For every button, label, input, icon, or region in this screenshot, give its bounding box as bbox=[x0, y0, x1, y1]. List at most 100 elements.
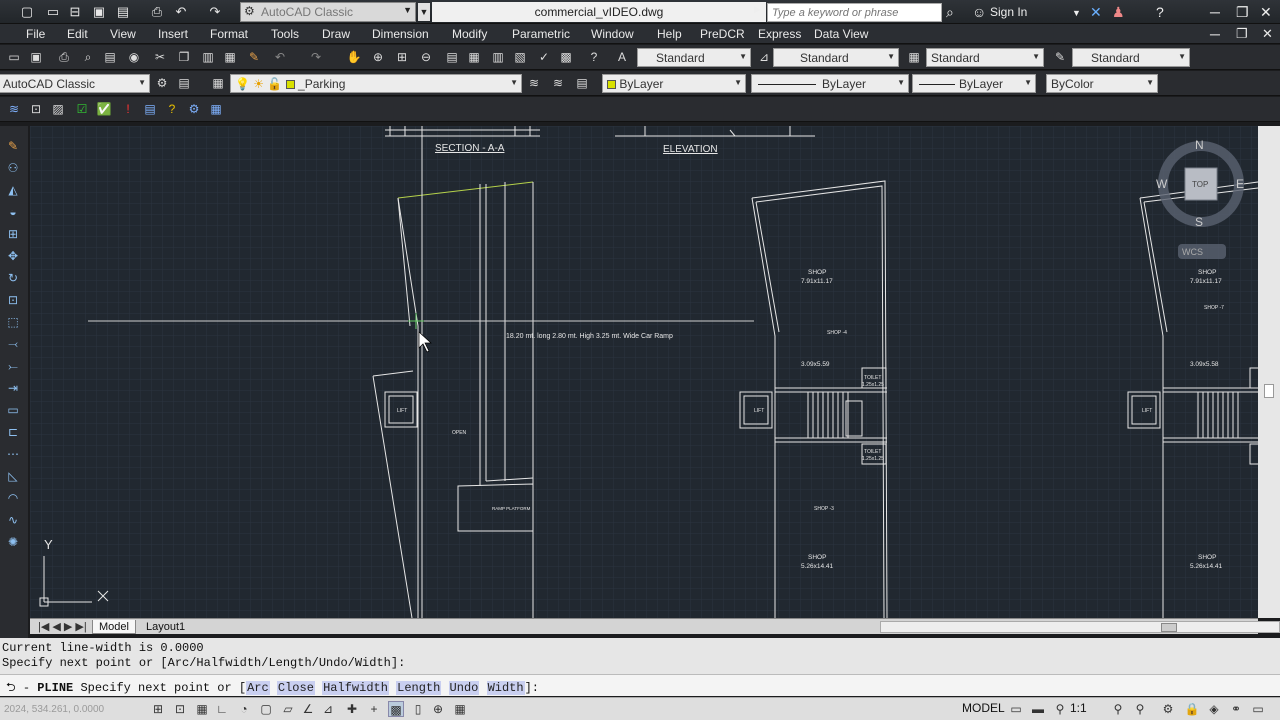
drawing-canvas[interactable]: SECTION - A-A ELEVATION LIFT OPEN RAMP P… bbox=[30, 126, 1258, 618]
menu-insert[interactable]: Insert bbox=[158, 27, 188, 41]
object-tools-icon[interactable]: ⊡ bbox=[28, 101, 44, 117]
redo-icon[interactable]: ↷ bbox=[308, 49, 324, 65]
user-icon[interactable]: ☺ bbox=[972, 4, 986, 20]
dyn-icon[interactable]: ✚ bbox=[344, 701, 360, 717]
stay-connected-icon[interactable]: ♟ bbox=[1112, 4, 1125, 21]
tab-layout1[interactable]: Layout1 bbox=[140, 620, 191, 634]
horizontal-scrollbar[interactable] bbox=[880, 621, 1280, 633]
zoom-previous-icon[interactable]: ⊖ bbox=[418, 49, 434, 65]
selection-cycling-icon[interactable]: ⊕ bbox=[430, 701, 446, 717]
menu-file[interactable]: File bbox=[26, 27, 45, 41]
properties-icon[interactable]: ▤ bbox=[444, 49, 460, 65]
annotation-scale-icon[interactable]: ⚲ bbox=[1052, 701, 1068, 717]
vertical-scrollbar[interactable] bbox=[1258, 126, 1280, 618]
menu-parametric[interactable]: Parametric bbox=[512, 27, 570, 41]
viewcube-top[interactable]: TOP bbox=[1192, 180, 1208, 189]
option-undo[interactable]: Undo bbox=[448, 681, 480, 695]
copy-icon[interactable]: ❐ bbox=[176, 49, 192, 65]
transparency-icon[interactable]: ▩ bbox=[388, 701, 404, 717]
alert-icon[interactable]: ! bbox=[120, 101, 136, 117]
menu-draw[interactable]: Draw bbox=[322, 27, 350, 41]
break-icon[interactable]: ⇥ bbox=[5, 380, 21, 396]
hardware-accel-icon[interactable]: ◈ bbox=[1206, 701, 1222, 717]
layer-tools-icon[interactable]: ≋ bbox=[6, 101, 22, 117]
tab-nav-arrows[interactable]: |◀ ◀ ▶ ▶| bbox=[32, 620, 93, 634]
dim-style-icon[interactable]: ⊿ bbox=[756, 49, 772, 65]
mleader-style-icon[interactable]: ✎ bbox=[1052, 49, 1068, 65]
table-style-dropdown[interactable]: Standard ▼ bbox=[926, 48, 1044, 67]
open-icon[interactable]: ▭ bbox=[6, 49, 22, 65]
data-view-icon[interactable]: ▦ bbox=[208, 101, 224, 117]
scroll-thumb[interactable] bbox=[1264, 384, 1274, 398]
workspace-dropdown-2[interactable]: AutoCAD Classic ▼ bbox=[0, 74, 150, 93]
extend-icon[interactable]: ⤚ bbox=[5, 358, 21, 374]
option-close[interactable]: Close bbox=[276, 681, 315, 695]
paste-icon[interactable]: ▥ bbox=[200, 49, 216, 65]
verify-icon[interactable]: ✅ bbox=[96, 101, 112, 117]
ducs-icon[interactable]: ⊿ bbox=[320, 701, 336, 717]
wcs-menu[interactable]: WCS bbox=[1182, 247, 1203, 257]
layer-properties-icon[interactable]: ▦ bbox=[210, 75, 226, 91]
option-halfwidth[interactable]: Halfwidth bbox=[322, 681, 389, 695]
plot-icon[interactable]: ⎙ bbox=[56, 49, 72, 65]
save-icon[interactable]: ▣ bbox=[90, 3, 108, 21]
layer-previous-icon[interactable]: ≋ bbox=[550, 75, 566, 91]
save-icon[interactable]: ▣ bbox=[28, 49, 44, 65]
expand-toolbar-button[interactable]: ▼ bbox=[418, 3, 430, 21]
option-width[interactable]: Width bbox=[486, 681, 525, 695]
lineweight-icon[interactable]: + bbox=[366, 701, 382, 717]
grid-icon[interactable]: ▦ bbox=[194, 701, 210, 717]
offset-icon[interactable]: ◒ bbox=[5, 204, 21, 220]
menu-window[interactable]: Window bbox=[591, 27, 634, 41]
menu-format[interactable]: Format bbox=[210, 27, 248, 41]
fillet-icon[interactable]: ◺ bbox=[5, 468, 21, 484]
scale-icon[interactable]: ⊡ bbox=[5, 292, 21, 308]
mirror-icon[interactable]: ◭ bbox=[5, 182, 21, 198]
app-menu-icon[interactable]: ▢ bbox=[18, 3, 36, 21]
viewcube-south[interactable]: S bbox=[1195, 215, 1203, 229]
quick-view-drawings-icon[interactable]: ▬ bbox=[1030, 701, 1046, 717]
markup-icon[interactable]: ✓ bbox=[536, 49, 552, 65]
text-style-icon[interactable]: A bbox=[614, 49, 630, 65]
annotation-visibility-icon[interactable]: ⚲ bbox=[1110, 701, 1126, 717]
search-input[interactable] bbox=[767, 3, 942, 22]
plot-preview-icon[interactable]: ⌕ bbox=[80, 49, 96, 65]
quick-properties-icon[interactable]: ▯ bbox=[410, 701, 426, 717]
trim-icon[interactable]: ⤙ bbox=[5, 336, 21, 352]
text-style-dropdown[interactable]: Standard ▼ bbox=[637, 48, 751, 67]
menu-view[interactable]: View bbox=[110, 27, 136, 41]
close-doc-button[interactable]: ✕ bbox=[1262, 26, 1273, 42]
array-icon[interactable]: ⊞ bbox=[5, 226, 21, 242]
menu-express[interactable]: Express bbox=[758, 27, 801, 41]
menu-predcr[interactable]: PreDCR bbox=[700, 27, 745, 41]
annotation-monitor-icon[interactable]: ▦ bbox=[452, 701, 468, 717]
3d-print-icon[interactable]: ◉ bbox=[126, 49, 142, 65]
chevron-down-icon[interactable]: ▼ bbox=[1072, 8, 1081, 18]
help-icon[interactable]: ? bbox=[586, 49, 602, 65]
command-line[interactable]: ⮌ - PLINE Specify next point or [Arc Clo… bbox=[0, 674, 1280, 696]
layout-icon[interactable]: ▭ bbox=[1008, 701, 1024, 717]
move-icon[interactable]: ✥ bbox=[5, 248, 21, 264]
sheet-set-icon[interactable]: ▧ bbox=[512, 49, 528, 65]
cut-icon[interactable]: ✂ bbox=[152, 49, 168, 65]
viewcube-north[interactable]: N bbox=[1195, 138, 1204, 152]
settings-icon[interactable]: ⚙ bbox=[186, 101, 202, 117]
workspace-settings-icon[interactable]: ▤ bbox=[176, 75, 192, 91]
block-editor-icon[interactable]: ✎ bbox=[246, 49, 262, 65]
layer-state-icon[interactable]: ▤ bbox=[574, 75, 590, 91]
lock-icon[interactable]: 🔒 bbox=[1184, 701, 1200, 717]
chamfer-icon[interactable]: ⋯ bbox=[5, 446, 21, 462]
restore-button[interactable]: ❐ bbox=[1236, 4, 1249, 21]
option-arc[interactable]: Arc bbox=[246, 681, 270, 695]
menu-help[interactable]: Help bbox=[657, 27, 682, 41]
join-icon[interactable]: ⊏ bbox=[5, 424, 21, 440]
redo-icon[interactable]: ↷ bbox=[206, 3, 224, 21]
viewcube-east[interactable]: E bbox=[1236, 177, 1244, 191]
plot-icon[interactable]: ⎙ bbox=[148, 3, 166, 21]
snap-icon[interactable]: ⊞ bbox=[150, 701, 166, 717]
quickcalc-icon[interactable]: ▩ bbox=[558, 49, 574, 65]
viewcube-west[interactable]: W bbox=[1156, 177, 1168, 191]
save-as-icon[interactable]: ▤ bbox=[114, 3, 132, 21]
close-button[interactable]: ✕ bbox=[1260, 4, 1272, 21]
publish-icon[interactable]: ▤ bbox=[102, 49, 118, 65]
